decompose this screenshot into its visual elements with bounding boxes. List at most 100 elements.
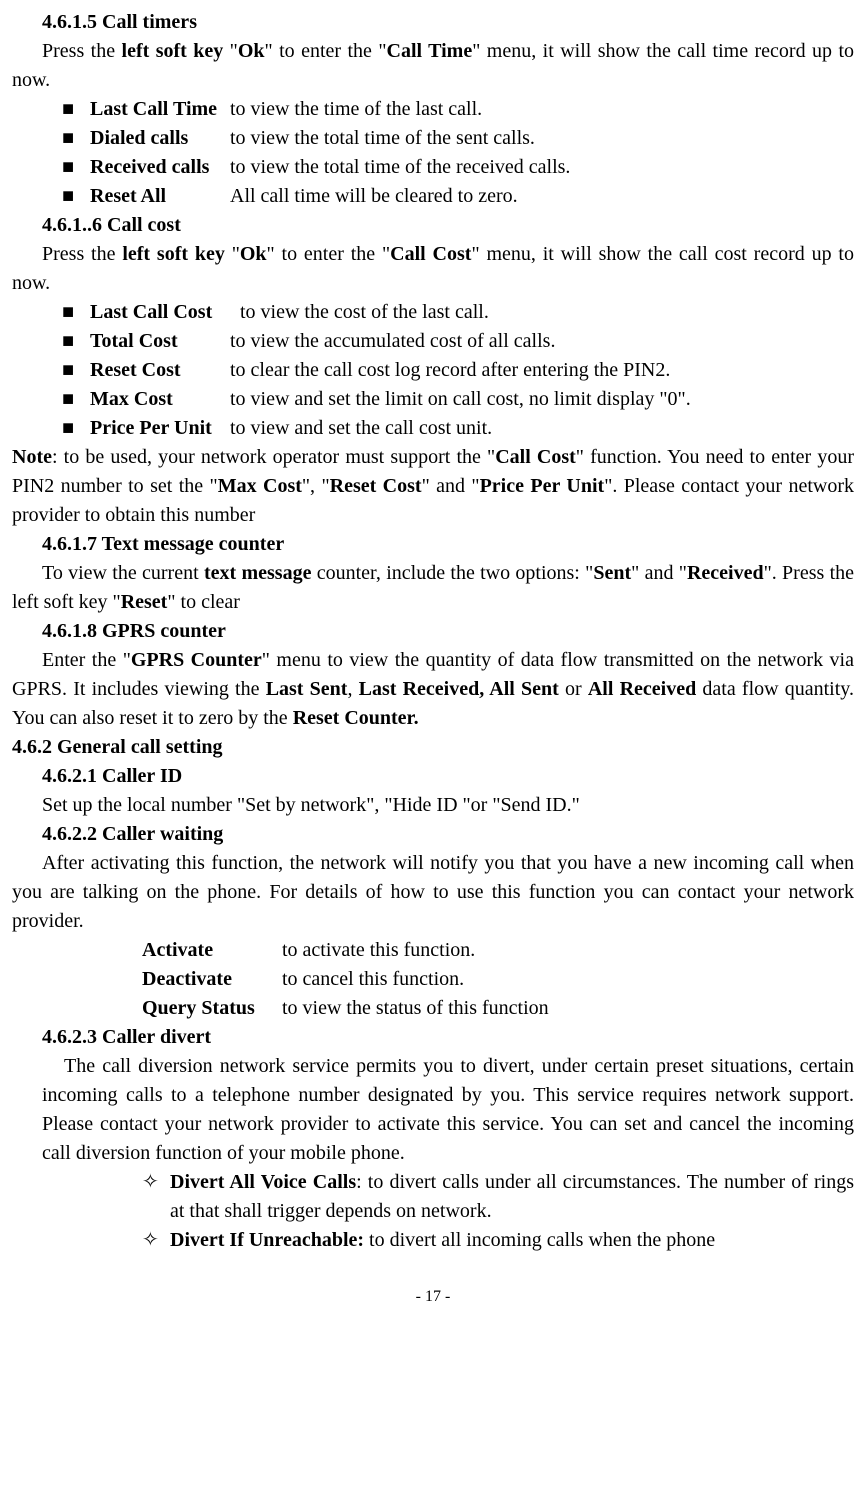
heading-caller-id: 4.6.2.1 Caller ID xyxy=(42,762,854,791)
square-bullet-icon: ■ xyxy=(62,182,90,211)
t: " and " xyxy=(422,475,480,497)
para-text-msg-counter: To view the current text message counter… xyxy=(12,559,854,617)
item-label: Last Call Time xyxy=(90,95,230,124)
item-text: Divert All Voice Calls: to divert calls … xyxy=(170,1168,854,1226)
t: Press the xyxy=(42,40,122,62)
item-desc: All call time will be cleared to zero. xyxy=(230,182,854,211)
heading-caller-divert: 4.6.2.3 Caller divert xyxy=(42,1023,854,1052)
t: Reset xyxy=(121,591,168,613)
list-item: ✧Divert All Voice Calls: to divert calls… xyxy=(142,1168,854,1226)
diamond-bullet-icon: ✧ xyxy=(142,1226,170,1255)
item-desc: to clear the call cost log record after … xyxy=(230,356,854,385)
opt-desc: to view the status of this function xyxy=(282,994,854,1023)
t: or xyxy=(559,678,588,700)
t: Last Received, All Sent xyxy=(359,678,559,700)
t: to divert all incoming calls when the ph… xyxy=(364,1229,715,1251)
heading-caller-waiting: 4.6.2.2 Caller waiting xyxy=(42,820,854,849)
t: Call Cost xyxy=(495,446,576,468)
item-label: Dialed calls xyxy=(90,124,230,153)
opt-label: Deactivate xyxy=(142,965,282,994)
heading-call-timers: 4.6.1.5 Call timers xyxy=(42,8,854,37)
para-call-timers: Press the left soft key "Ok" to enter th… xyxy=(12,37,854,95)
t: Press the xyxy=(42,243,122,265)
square-bullet-icon: ■ xyxy=(62,385,90,414)
t: Ok xyxy=(238,40,265,62)
t: Received xyxy=(687,562,764,584)
t: Reset Cost xyxy=(330,475,422,497)
t: : to be used, your network operator must… xyxy=(52,446,495,468)
opt-label: Query Status xyxy=(142,994,282,1023)
heading-gprs-counter: 4.6.1.8 GPRS counter xyxy=(42,617,854,646)
item-label: Reset Cost xyxy=(90,356,230,385)
t: To view the current xyxy=(42,562,204,584)
t: The call diversion network service permi… xyxy=(42,1055,854,1164)
para-caller-id: Set up the local number "Set by network"… xyxy=(12,791,854,820)
t: Call Cost xyxy=(390,243,471,265)
diamond-bullet-icon: ✧ xyxy=(142,1168,170,1226)
list-item: ■Max Costto view and set the limit on ca… xyxy=(62,385,854,414)
t: counter, include the two options: " xyxy=(311,562,593,584)
t: " xyxy=(225,243,240,265)
t: Sent xyxy=(593,562,631,584)
t: All Received xyxy=(588,678,696,700)
t: Enter the " xyxy=(42,649,131,671)
list-item: ■Received callsto view the total time of… xyxy=(62,153,854,182)
opt-label: Activate xyxy=(142,936,282,965)
option-row: Deactivateto cancel this function. xyxy=(142,965,854,994)
list-item: ■Price Per Unitto view and set the call … xyxy=(62,414,854,443)
para-caller-waiting: After activating this function, the netw… xyxy=(12,849,854,936)
item-desc: to view the cost of the last call. xyxy=(240,298,854,327)
t: Last Sent xyxy=(266,678,348,700)
item-label: Last Call Cost xyxy=(90,298,240,327)
t: ", " xyxy=(302,475,330,497)
para-caller-divert: The call diversion network service permi… xyxy=(42,1052,854,1168)
t: left soft key xyxy=(122,40,224,62)
item-label: Max Cost xyxy=(90,385,230,414)
list-item: ■Dialed callsto view the total time of t… xyxy=(62,124,854,153)
heading-text-msg-counter: 4.6.1.7 Text message counter xyxy=(42,530,854,559)
heading-general-call-setting: 4.6.2 General call setting xyxy=(12,733,854,762)
t: Note xyxy=(12,446,52,468)
item-desc: to view and set the call cost unit. xyxy=(230,414,854,443)
opt-desc: to activate this function. xyxy=(282,936,854,965)
item-desc: to view the time of the last call. xyxy=(230,95,854,124)
t: " xyxy=(223,40,238,62)
t: " and " xyxy=(631,562,687,584)
list-item: ■Last Call Costto view the cost of the l… xyxy=(62,298,854,327)
list-item: ■Total Costto view the accumulated cost … xyxy=(62,327,854,356)
item-desc: to view the total time of the received c… xyxy=(230,153,854,182)
option-row: Query Statusto view the status of this f… xyxy=(142,994,854,1023)
item-label: Total Cost xyxy=(90,327,230,356)
t: Reset Counter. xyxy=(293,707,419,729)
option-row: Activateto activate this function. xyxy=(142,936,854,965)
t: Call Time xyxy=(387,40,473,62)
t: Price Per Unit xyxy=(480,475,605,497)
item-desc: to view the total time of the sent calls… xyxy=(230,124,854,153)
t: , xyxy=(347,678,358,700)
square-bullet-icon: ■ xyxy=(62,356,90,385)
heading-call-cost: 4.6.1..6 Call cost xyxy=(42,211,854,240)
t: GPRS Counter xyxy=(131,649,262,671)
list-item: ✧Divert If Unreachable: to divert all in… xyxy=(142,1226,854,1255)
t: Divert All Voice Calls xyxy=(170,1171,356,1193)
item-label: Received calls xyxy=(90,153,230,182)
opt-desc: to cancel this function. xyxy=(282,965,854,994)
para-call-cost: Press the left soft key "Ok" to enter th… xyxy=(12,240,854,298)
t: Divert If Unreachable: xyxy=(170,1229,364,1251)
item-desc: to view and set the limit on call cost, … xyxy=(230,385,854,414)
t: Ok xyxy=(240,243,267,265)
item-desc: to view the accumulated cost of all call… xyxy=(230,327,854,356)
t: " to clear xyxy=(167,591,240,613)
square-bullet-icon: ■ xyxy=(62,298,90,327)
square-bullet-icon: ■ xyxy=(62,95,90,124)
note-call-cost: Note: to be used, your network operator … xyxy=(12,443,854,530)
list-item: ■Reset AllAll call time will be cleared … xyxy=(62,182,854,211)
para-gprs-counter: Enter the "GPRS Counter" menu to view th… xyxy=(12,646,854,733)
list-item: ■Reset Costto clear the call cost log re… xyxy=(62,356,854,385)
t: " to enter the " xyxy=(265,40,387,62)
square-bullet-icon: ■ xyxy=(62,327,90,356)
t: text message xyxy=(204,562,311,584)
square-bullet-icon: ■ xyxy=(62,124,90,153)
t: Max Cost xyxy=(218,475,302,497)
item-label: Reset All xyxy=(90,182,230,211)
